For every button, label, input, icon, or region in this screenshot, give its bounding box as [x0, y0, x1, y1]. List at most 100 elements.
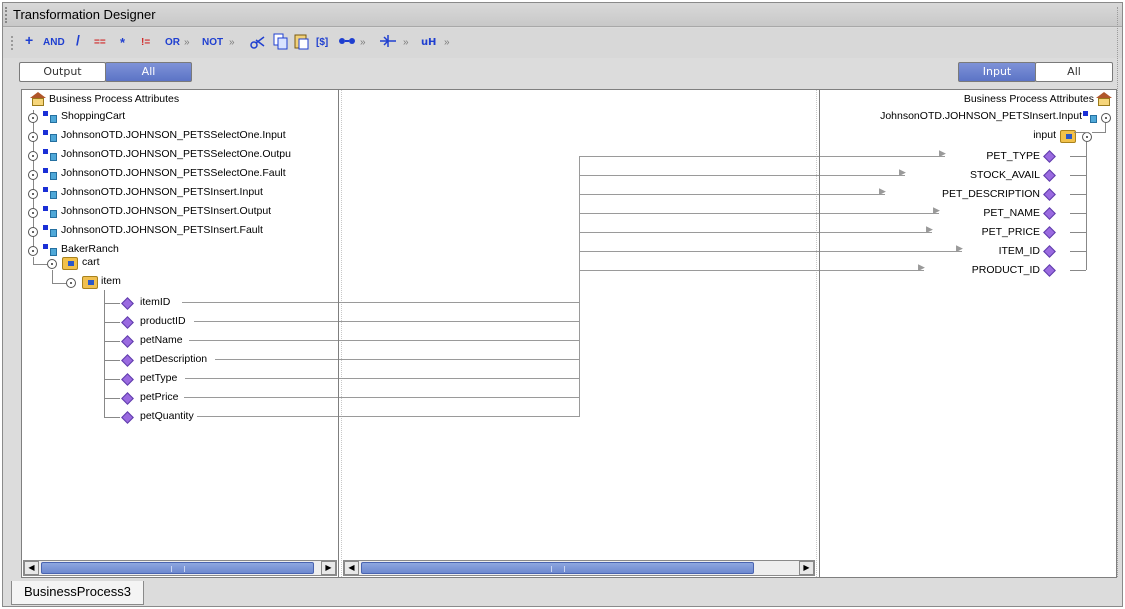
field-label[interactable]: STOCK_AVAIL — [970, 166, 1040, 185]
field-label[interactable]: petType — [140, 369, 177, 388]
input-node-label[interactable]: input — [1033, 126, 1056, 145]
scissors-icon[interactable] — [250, 34, 266, 50]
tree-connector — [1092, 132, 1106, 133]
tree-connector — [1070, 156, 1086, 157]
toolbar-grip[interactable] — [11, 36, 17, 50]
tree-node-label[interactable]: JohnsonOTD.JOHNSON_PETSSelectOne.Fault — [61, 164, 286, 183]
scrollbar-thumb[interactable] — [361, 562, 754, 574]
expand-toggle-icon[interactable] — [28, 189, 38, 199]
more-chevron-5[interactable]: » — [444, 35, 450, 51]
and-button[interactable]: AND — [43, 35, 65, 51]
left-horizontal-scrollbar[interactable]: ◀ ▶ — [23, 560, 337, 576]
tree-node-label[interactable]: JohnsonOTD.JOHNSON_PETSInsert.Input — [880, 107, 1082, 126]
tree-node-label[interactable]: ShoppingCart — [61, 107, 125, 126]
output-toggle-button[interactable]: Output — [19, 62, 106, 82]
multiply-icon[interactable]: * — [120, 35, 125, 51]
expand-toggle-icon[interactable] — [28, 170, 38, 180]
tree-node-label[interactable]: JohnsonOTD.JOHNSON_PETSSelectOne.Outpu — [61, 145, 291, 164]
field-label[interactable]: petPrice — [140, 388, 179, 407]
string-icon[interactable]: uH — [421, 34, 441, 50]
canvas-left-edge — [341, 90, 342, 577]
field-label[interactable]: PET_NAME — [983, 204, 1040, 223]
mapping-line — [579, 213, 819, 214]
field-icon — [121, 411, 134, 424]
mapping-canvas[interactable]: ◀ ▶ — [339, 89, 819, 578]
field-label[interactable]: petQuantity — [140, 407, 194, 426]
collapse-toggle-icon[interactable] — [47, 259, 57, 269]
collapse-toggle-icon[interactable] — [1082, 132, 1092, 142]
item-node-label[interactable]: item — [101, 272, 121, 291]
tree-connector — [104, 341, 120, 342]
input-toggle-button[interactable]: Input — [958, 62, 1036, 82]
window-edge-grip — [1117, 7, 1118, 577]
more-chevron-3[interactable]: » — [360, 35, 366, 51]
field-label[interactable]: petName — [140, 331, 183, 350]
message-node-icon — [43, 149, 57, 161]
field-label[interactable]: itemID — [140, 293, 170, 312]
field-label[interactable]: ITEM_ID — [999, 242, 1040, 261]
mapping-line — [215, 359, 338, 360]
field-label[interactable]: PET_DESCRIPTION — [942, 185, 1040, 204]
canvas-horizontal-scrollbar[interactable]: ◀ ▶ — [343, 560, 815, 576]
field-label[interactable]: PET_PRICE — [982, 223, 1040, 242]
expand-toggle-icon[interactable] — [28, 208, 38, 218]
string-literal-button[interactable]: [$] — [316, 35, 328, 51]
collapse-toggle-icon[interactable] — [1101, 113, 1111, 123]
scroll-right-button[interactable]: ▶ — [321, 561, 336, 575]
expand-toggle-icon[interactable] — [28, 227, 38, 237]
tree-connector — [104, 379, 120, 380]
more-chevron-4[interactable]: » — [403, 35, 409, 51]
mapping-line — [820, 156, 945, 157]
tree-connector — [104, 360, 120, 361]
collapse-toggle-icon[interactable] — [66, 278, 76, 288]
collapse-toggle-icon[interactable] — [28, 246, 38, 256]
arrow-icon: ▶ — [956, 244, 963, 254]
business-process-icon — [1096, 92, 1112, 106]
scrollbar-thumb[interactable] — [41, 562, 314, 574]
tree-node-label[interactable]: JohnsonOTD.JOHNSON_PETSInsert.Fault — [61, 221, 263, 240]
field-icon — [121, 354, 134, 367]
expand-toggle-icon[interactable] — [28, 113, 38, 123]
field-label[interactable]: PRODUCT_ID — [972, 261, 1040, 280]
tab-business-process[interactable]: BusinessProcess3 — [11, 581, 144, 605]
message-node-icon — [43, 187, 57, 199]
tree-node-label[interactable]: JohnsonOTD.JOHNSON_PETSSelectOne.Input — [61, 126, 286, 145]
tree-connector — [104, 398, 120, 399]
not-equals-button[interactable]: != — [141, 35, 150, 51]
arrow-icon: ▶ — [939, 149, 946, 159]
field-label[interactable]: petDescription — [140, 350, 207, 369]
mapping-line — [339, 378, 579, 379]
more-chevron-2[interactable]: » — [229, 35, 235, 51]
arrow-icon: ▶ — [918, 263, 925, 273]
mapping-line — [579, 251, 819, 252]
equals-button[interactable]: == — [94, 35, 106, 51]
not-button[interactable]: NOT — [202, 35, 223, 51]
left-all-toggle-button[interactable]: All — [105, 62, 192, 82]
divide-icon[interactable]: / — [76, 32, 80, 48]
field-label[interactable]: productID — [140, 312, 186, 331]
cart-node-label[interactable]: cart — [82, 253, 100, 272]
scroll-left-button[interactable]: ◀ — [344, 561, 359, 575]
field-icon — [1043, 207, 1056, 220]
folder-icon — [62, 257, 78, 270]
more-chevron-1[interactable]: » — [184, 35, 190, 51]
or-button[interactable]: OR — [165, 35, 180, 51]
connect-icon[interactable] — [338, 34, 356, 50]
scroll-left-button[interactable]: ◀ — [24, 561, 39, 575]
expand-toggle-icon[interactable] — [28, 151, 38, 161]
title-grip — [5, 7, 9, 23]
expand-toggle-icon[interactable] — [28, 132, 38, 142]
field-label[interactable]: PET_TYPE — [986, 147, 1040, 166]
split-icon[interactable] — [379, 34, 397, 50]
tree-connector — [52, 270, 53, 284]
tree-node-label[interactable]: JohnsonOTD.JOHNSON_PETSInsert.Output — [61, 202, 271, 221]
document-tabs: BusinessProcess3 — [3, 581, 1122, 606]
tree-node-label[interactable]: JohnsonOTD.JOHNSON_PETSInsert.Input — [61, 183, 263, 202]
tree-connector — [33, 264, 47, 265]
arrow-icon: ▶ — [933, 206, 940, 216]
copy-icon[interactable] — [273, 33, 289, 50]
paste-icon[interactable] — [294, 33, 310, 50]
add-icon[interactable]: + — [25, 32, 33, 48]
scroll-right-button[interactable]: ▶ — [799, 561, 814, 575]
right-all-toggle-button[interactable]: All — [1035, 62, 1113, 82]
